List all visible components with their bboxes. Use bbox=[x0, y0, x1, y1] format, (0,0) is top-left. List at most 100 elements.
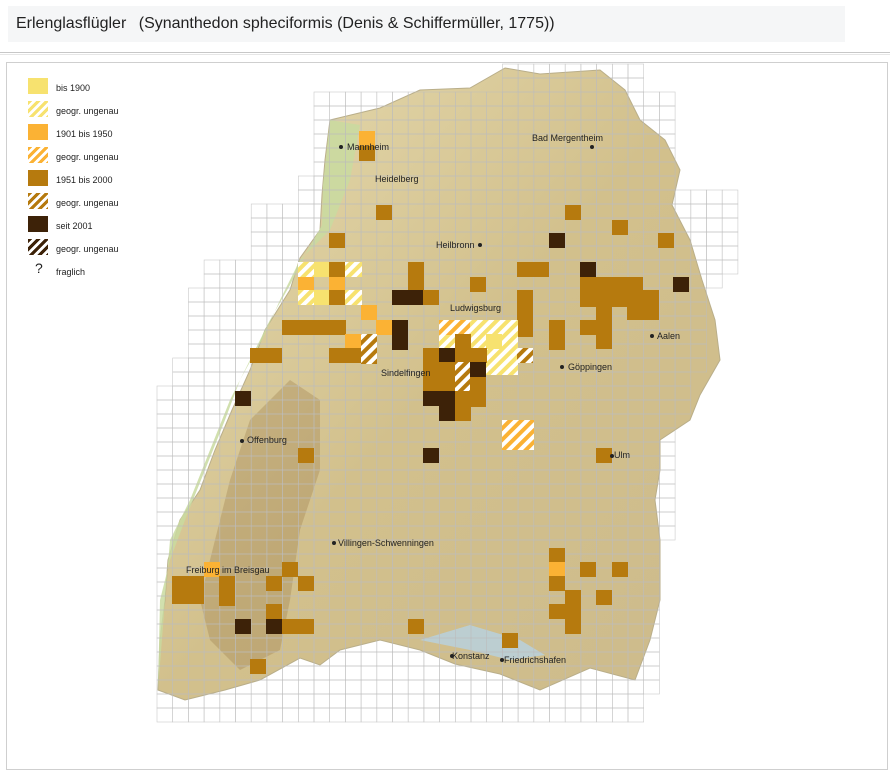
question-mark-icon: ? bbox=[35, 260, 43, 276]
grid-cell bbox=[156, 427, 173, 443]
town-dot-heilbronn bbox=[478, 243, 482, 247]
grid-cell bbox=[250, 707, 268, 723]
grid-cell bbox=[659, 497, 676, 513]
occurrence-cell bbox=[408, 262, 424, 292]
grid-cell bbox=[423, 679, 440, 695]
grid-cell bbox=[659, 91, 676, 107]
occurrence-cell bbox=[455, 391, 471, 421]
grid-cell bbox=[423, 693, 440, 709]
grid-cell bbox=[439, 665, 456, 681]
grid-cell bbox=[219, 301, 236, 317]
grid-cell bbox=[611, 693, 629, 709]
legend-item: ? fraglich bbox=[28, 260, 168, 282]
grid-cell bbox=[564, 679, 582, 695]
grid-cell bbox=[266, 273, 283, 289]
grid-cell bbox=[235, 259, 252, 275]
occurrence-cell bbox=[517, 348, 533, 363]
grid-cell bbox=[156, 497, 173, 513]
grid-cell bbox=[188, 413, 205, 429]
grid-cell bbox=[282, 217, 299, 233]
occurrence-cell bbox=[612, 562, 628, 577]
grid-cell bbox=[360, 91, 378, 107]
grid-cell bbox=[423, 707, 440, 723]
grid-cell bbox=[376, 679, 393, 695]
grid-cell bbox=[172, 441, 189, 457]
grid-cell bbox=[721, 245, 739, 261]
grid-cell bbox=[454, 679, 472, 695]
occurrence-cell bbox=[549, 604, 581, 619]
grid-cell bbox=[706, 217, 723, 233]
grid-cell bbox=[282, 693, 299, 709]
grid-cell bbox=[376, 693, 393, 709]
grid-cell bbox=[297, 203, 315, 219]
grid-cell bbox=[172, 357, 189, 373]
grid-cell bbox=[203, 329, 221, 345]
occurrence-cell bbox=[376, 205, 392, 220]
grid-cell bbox=[470, 707, 487, 723]
occurrence-cell bbox=[219, 576, 235, 606]
legend-label: geogr. ungenau bbox=[56, 152, 119, 162]
grid-cell bbox=[659, 483, 676, 499]
grid-cell bbox=[282, 203, 299, 219]
grid-cell bbox=[219, 707, 236, 723]
grid-cell bbox=[156, 483, 173, 499]
grid-cell bbox=[439, 679, 456, 695]
grid-cell bbox=[502, 707, 519, 723]
grid-cell bbox=[297, 217, 315, 233]
grid-cell bbox=[533, 707, 550, 723]
grid-cell bbox=[329, 679, 346, 695]
occurrence-cell bbox=[172, 576, 204, 604]
occurrence-cell bbox=[565, 205, 581, 220]
grid-cell bbox=[235, 287, 252, 303]
occurrence-cell bbox=[596, 448, 612, 463]
grid-cell bbox=[345, 707, 362, 723]
occurrence-cell bbox=[470, 377, 486, 407]
grid-cell bbox=[156, 455, 173, 471]
grid-cell bbox=[188, 385, 205, 401]
grid-cell bbox=[219, 259, 236, 275]
grid-cell bbox=[156, 693, 173, 709]
grid-cell bbox=[188, 343, 205, 359]
legend-item: seit 2001 bbox=[28, 216, 168, 236]
grid-cell bbox=[156, 525, 173, 541]
grid-cell bbox=[250, 287, 268, 303]
grid-cell bbox=[580, 679, 597, 695]
grid-cell bbox=[250, 217, 268, 233]
occurrence-cell bbox=[596, 305, 612, 320]
occurrence-cell bbox=[266, 619, 282, 634]
grid-cell bbox=[329, 707, 346, 723]
grid-cell bbox=[188, 707, 205, 723]
occurrence-cell bbox=[455, 348, 487, 363]
grid-cell bbox=[517, 693, 535, 709]
grid-cell bbox=[690, 203, 707, 219]
grid-cell bbox=[188, 399, 205, 415]
grid-cell bbox=[360, 693, 378, 709]
grid-cell bbox=[297, 693, 315, 709]
legend-label: seit 2001 bbox=[56, 221, 93, 231]
grid-cell bbox=[203, 385, 221, 401]
occurrence-cell bbox=[361, 305, 377, 320]
grid-cell bbox=[549, 707, 566, 723]
grid-cell bbox=[345, 651, 362, 667]
grid-cell bbox=[407, 693, 425, 709]
occurrence-cell bbox=[455, 334, 471, 349]
grid-cell bbox=[172, 483, 189, 499]
grid-cell bbox=[659, 511, 676, 527]
grid-cell bbox=[297, 175, 315, 191]
grid-cell bbox=[172, 371, 189, 387]
grid-cell bbox=[219, 357, 236, 373]
grid-cell bbox=[156, 469, 173, 485]
grid-cell bbox=[470, 679, 487, 695]
town-dot-aalen bbox=[650, 334, 654, 338]
grid-cell bbox=[690, 189, 707, 205]
grid-cell bbox=[188, 287, 205, 303]
grid-cell bbox=[219, 315, 236, 331]
occurrence-cell bbox=[329, 277, 345, 292]
grid-cell bbox=[219, 343, 236, 359]
grid-cell bbox=[188, 427, 205, 443]
grid-cell bbox=[203, 287, 221, 303]
grid-cell bbox=[502, 679, 519, 695]
grid-cell bbox=[266, 259, 283, 275]
legend-item: 1951 bis 2000 bbox=[28, 170, 168, 190]
grid-cell bbox=[659, 469, 676, 485]
